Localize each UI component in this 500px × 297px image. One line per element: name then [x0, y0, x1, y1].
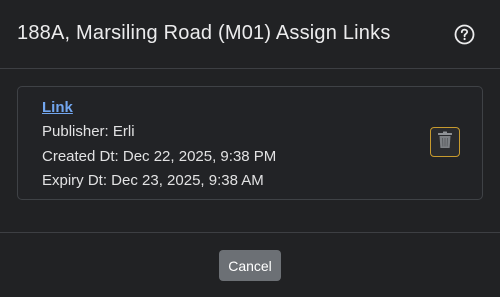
trash-icon [437, 131, 453, 154]
link-card: Link Publisher: Erli Created Dt: Dec 22,… [17, 86, 483, 200]
question-circle-icon[interactable] [454, 24, 475, 45]
modal-footer: Cancel [0, 232, 500, 297]
publisher-text: Publisher: Erli [42, 123, 135, 140]
cancel-button[interactable]: Cancel [219, 250, 281, 281]
modal-title: 188A, Marsiling Road (M01) Assign Links [17, 22, 391, 44]
delete-link-button[interactable] [430, 127, 460, 157]
assign-links-modal: 188A, Marsiling Road (M01) Assign Links … [0, 0, 500, 297]
link-anchor[interactable]: Link [42, 99, 73, 116]
modal-header: 188A, Marsiling Road (M01) Assign Links [0, 0, 500, 69]
created-date-text: Created Dt: Dec 22, 2025, 9:38 PM [42, 148, 277, 165]
modal-body: Link Publisher: Erli Created Dt: Dec 22,… [0, 69, 500, 232]
expiry-date-text: Expiry Dt: Dec 23, 2025, 9:38 AM [42, 172, 264, 189]
